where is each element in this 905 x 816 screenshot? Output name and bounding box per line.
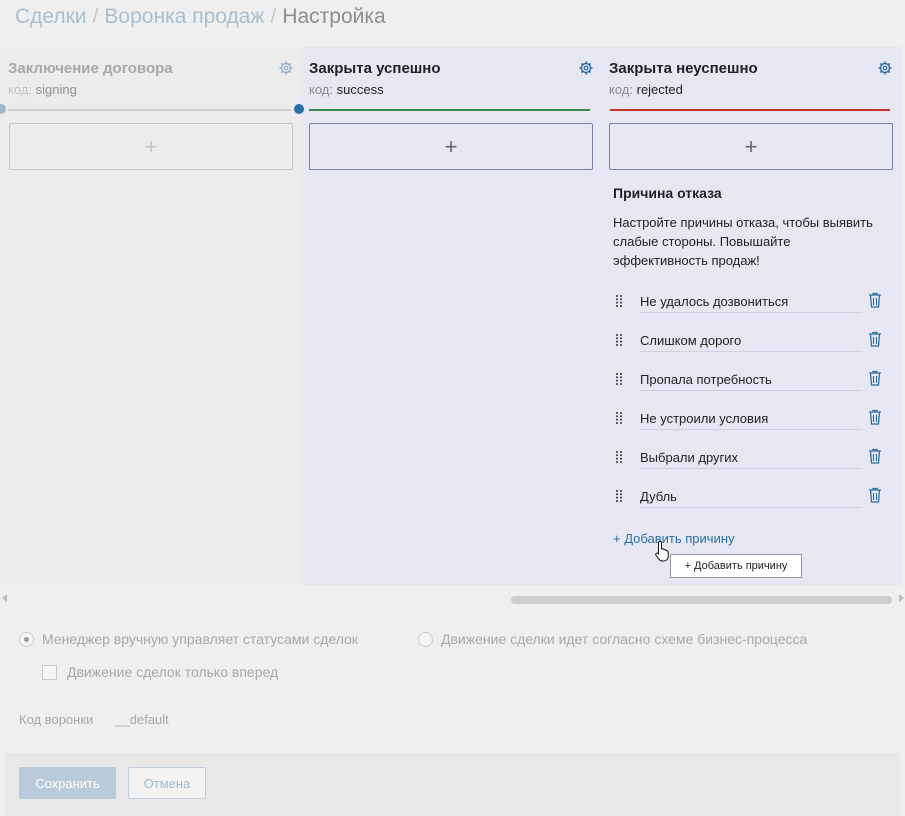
tooltip: + Добавить причину bbox=[670, 554, 802, 578]
reason-item: Не удалось дозвониться bbox=[613, 290, 888, 314]
reason-item: Не устроили условия bbox=[613, 407, 888, 431]
stage-line bbox=[8, 109, 291, 111]
trash-icon[interactable] bbox=[868, 409, 882, 425]
reason-input[interactable]: Не удалось дозвониться bbox=[640, 294, 862, 313]
hand-cursor-icon bbox=[655, 540, 669, 562]
funnel-code-label: Код воронки bbox=[19, 712, 94, 727]
radio-circle[interactable] bbox=[19, 631, 34, 647]
stage-code: код: signing bbox=[8, 82, 77, 97]
add-deal-button[interactable]: + bbox=[9, 123, 293, 170]
scroll-left-icon[interactable] bbox=[2, 594, 7, 602]
reason-input[interactable]: Пропала потребность bbox=[640, 372, 862, 391]
breadcrumb-separator: / bbox=[92, 5, 99, 28]
add-deal-button[interactable]: + bbox=[309, 123, 593, 170]
code-key: код: bbox=[8, 82, 32, 97]
checkbox-forward-only[interactable]: Движение сделок только вперед bbox=[42, 664, 278, 680]
scroll-right-icon[interactable] bbox=[899, 594, 904, 602]
trash-icon[interactable] bbox=[868, 370, 882, 386]
reasons-title: Причина отказа bbox=[613, 185, 722, 201]
checkbox-box[interactable] bbox=[42, 664, 57, 680]
reason-item: Слишком дорого bbox=[613, 329, 888, 353]
breadcrumb: Сделки / Воронка продаж / Настройка bbox=[15, 5, 386, 29]
drag-handle-icon[interactable] bbox=[615, 372, 623, 386]
stage-code-rejected: код: rejected bbox=[609, 82, 683, 97]
reason-item: Дубль bbox=[613, 485, 888, 509]
stage-title-success: Закрыта успешно bbox=[309, 60, 441, 77]
drag-handle-icon[interactable] bbox=[615, 450, 623, 464]
code-key: код: bbox=[309, 82, 333, 97]
code-key: код: bbox=[609, 82, 633, 97]
reasons-description: Настройте причины отказа, чтобы выявить … bbox=[613, 215, 873, 268]
reason-input[interactable]: Не устроили условия bbox=[640, 411, 862, 430]
add-deal-button[interactable]: + bbox=[609, 123, 893, 170]
gear-icon[interactable] bbox=[578, 60, 594, 76]
code-value: rejected bbox=[636, 82, 683, 97]
footer-bar: Сохранить Отмена bbox=[5, 753, 900, 816]
reason-input[interactable]: Выбрали других bbox=[640, 450, 862, 469]
stage-title: Заключение договора bbox=[8, 60, 173, 77]
reason-input[interactable]: Слишком дорого bbox=[640, 333, 862, 352]
funnel-code-row: Код воронки __default bbox=[19, 712, 169, 727]
checkbox-label: Движение сделок только вперед bbox=[67, 664, 279, 680]
drag-handle-icon[interactable] bbox=[615, 411, 623, 425]
trash-icon[interactable] bbox=[868, 487, 882, 503]
stage-line-rejected bbox=[610, 109, 890, 111]
breadcrumb-funnel-link[interactable]: Воронка продаж bbox=[104, 5, 264, 28]
stage-code-success: код: success bbox=[309, 82, 384, 97]
horizontal-scrollbar[interactable] bbox=[0, 592, 905, 606]
stage-line-success bbox=[309, 109, 590, 111]
radio-manual-status[interactable]: Менеджер вручную управляет статусами сде… bbox=[19, 631, 358, 647]
radio-business-process[interactable]: Движение сделки идет согласно схеме бизн… bbox=[418, 631, 807, 647]
trash-icon[interactable] bbox=[868, 292, 882, 308]
breadcrumb-deals-link[interactable]: Сделки bbox=[15, 5, 87, 28]
drag-handle-icon[interactable] bbox=[615, 489, 623, 503]
cancel-button[interactable]: Отмена bbox=[128, 767, 206, 799]
stage-connector-dot bbox=[292, 102, 306, 116]
code-value: signing bbox=[35, 82, 77, 97]
trash-icon[interactable] bbox=[868, 331, 882, 347]
radio-circle[interactable] bbox=[418, 631, 433, 647]
code-value: success bbox=[336, 82, 384, 97]
breadcrumb-current: Настройка bbox=[282, 5, 386, 28]
scrollbar-thumb[interactable] bbox=[511, 596, 892, 604]
rejection-reasons-panel: Причина отказа Настройте причины отказа,… bbox=[613, 185, 898, 270]
add-reason-link[interactable]: + Добавить причину bbox=[613, 531, 735, 546]
stage-title-rejected: Закрыта неуспешно bbox=[609, 60, 758, 77]
trash-icon[interactable] bbox=[868, 448, 882, 464]
save-button[interactable]: Сохранить bbox=[19, 767, 116, 799]
gear-icon[interactable] bbox=[877, 60, 893, 76]
drag-handle-icon[interactable] bbox=[615, 294, 623, 308]
reason-item: Выбрали других bbox=[613, 446, 888, 470]
drag-handle-icon[interactable] bbox=[615, 333, 623, 347]
radio-label: Менеджер вручную управляет статусами сде… bbox=[42, 631, 358, 647]
reason-item: Пропала потребность bbox=[613, 368, 888, 392]
stage-column-signing: Заключение договора код: signing + bbox=[0, 47, 301, 585]
reason-input[interactable]: Дубль bbox=[640, 489, 862, 508]
radio-label: Движение сделки идет согласно схеме бизн… bbox=[441, 631, 808, 647]
breadcrumb-separator: / bbox=[270, 5, 277, 28]
gear-icon[interactable] bbox=[278, 60, 294, 76]
funnel-code-value: __default bbox=[115, 712, 169, 727]
